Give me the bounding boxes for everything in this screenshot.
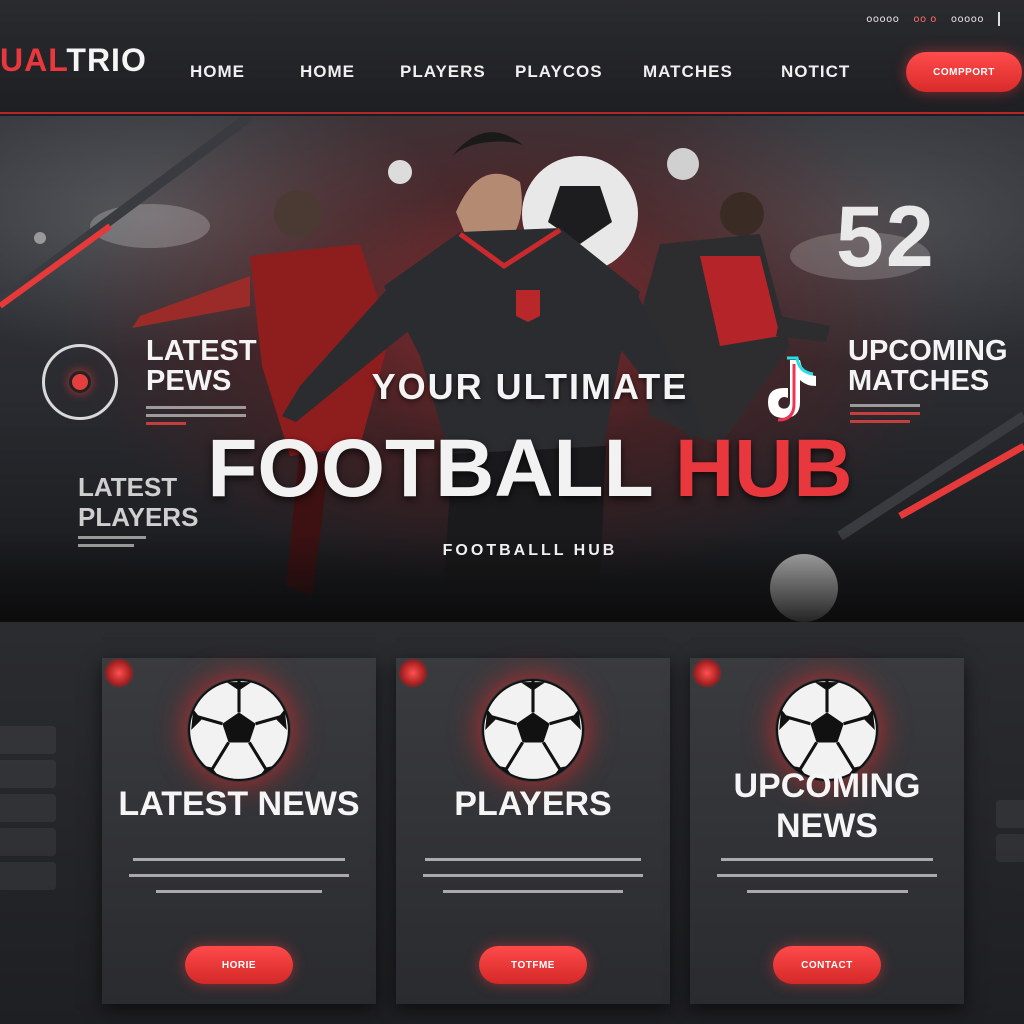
football-icon	[188, 679, 290, 781]
logo-main: TRIO	[66, 42, 147, 78]
nav-item-home-2[interactable]: HOME	[300, 62, 400, 82]
right-side-panel	[996, 698, 1024, 868]
card-description-lines	[712, 858, 942, 906]
hero-banner: 52 LATEST PEWS LATEST PLAYERS UPCOMING M…	[0, 116, 1024, 622]
utility-link-3[interactable]: ooooo	[951, 14, 984, 25]
nav-item-notict[interactable]: NOTICT	[781, 62, 881, 82]
logo-prefix: UAL	[0, 42, 67, 78]
hero-subtitle: YOUR ULTIMATE	[371, 366, 689, 407]
card-upcoming-news[interactable]: UPCOMING NEWS CONTACT	[690, 658, 964, 1004]
card-description-lines	[124, 858, 354, 906]
utility-link-2[interactable]: oo o	[913, 14, 937, 25]
hero-title: FOOTBALL HUB	[0, 422, 1024, 516]
nav-item-players[interactable]: PLAYERS	[400, 62, 515, 82]
brand-logo[interactable]: UALTRIO	[0, 42, 147, 79]
nav-item-playcos[interactable]: PLAYCOS	[515, 62, 643, 82]
main-nav: HOME HOME PLAYERS PLAYCOS MATCHES NOTICT	[190, 62, 881, 82]
card-players[interactable]: PLAYERS TOTFME	[396, 658, 670, 1004]
card-button[interactable]: TOTFME	[479, 946, 587, 984]
card-title: PLAYERS	[454, 785, 612, 823]
hero-title-accent: HUB	[675, 423, 853, 514]
page: ooooo oo o ooooo UALTRIO HOME HOME PLAYE…	[0, 0, 1024, 1024]
card-title: UPCOMING NEWS	[733, 767, 921, 845]
nav-item-home[interactable]: HOME	[190, 62, 300, 82]
card-title: LATEST NEWS	[118, 785, 360, 823]
hero-title-main: FOOTBALL	[207, 423, 653, 514]
card-latest-news[interactable]: LATEST NEWS HORIE	[102, 658, 376, 1004]
card-indicator-dot	[692, 658, 722, 688]
floating-ball-1	[388, 160, 412, 184]
card-button[interactable]: HORIE	[185, 946, 293, 984]
hero-tagline: FOOTBALLL HUB	[442, 542, 618, 559]
feature-cards-section: LATEST NEWS HORIE PLAYERS TOTFME UPCOMIN…	[0, 622, 1024, 1024]
card-indicator-dot	[104, 658, 134, 688]
floating-ball-2	[667, 148, 699, 180]
accent-streak-left	[0, 223, 112, 309]
card-indicator-dot	[398, 658, 428, 688]
utility-divider	[998, 12, 1000, 26]
card-description-lines	[418, 858, 648, 906]
site-header: ooooo oo o ooooo UALTRIO HOME HOME PLAYE…	[0, 0, 1024, 114]
score-number: 52	[836, 189, 936, 285]
football-icon	[482, 679, 584, 781]
player-center-figure	[282, 132, 704, 586]
header-cta-button[interactable]: COMPPORT	[906, 52, 1022, 92]
left-side-panel	[0, 692, 56, 896]
card-button[interactable]: CONTACT	[773, 946, 881, 984]
floating-ball-4	[34, 232, 46, 244]
utility-bar: ooooo oo o ooooo	[866, 8, 1000, 30]
utility-link-1[interactable]: ooooo	[866, 14, 899, 25]
nav-item-matches[interactable]: MATCHES	[643, 62, 781, 82]
